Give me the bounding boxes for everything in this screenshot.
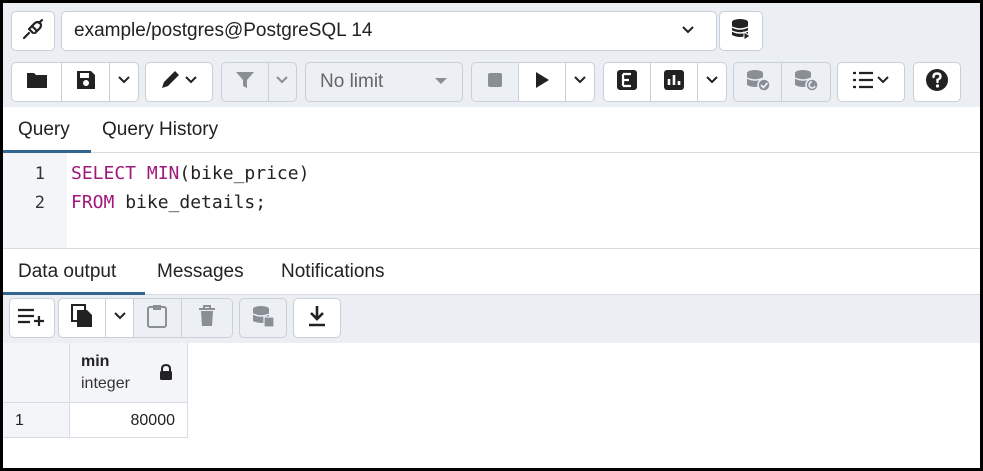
add-row-button[interactable] [10, 299, 54, 337]
query-toolbar: No limit [3, 59, 980, 107]
data-output-toolbar [3, 295, 980, 343]
row-limit-select[interactable]: No limit [305, 62, 463, 102]
tab-query-history[interactable]: Query History [102, 119, 218, 141]
database-icon [730, 17, 752, 46]
grid-corner[interactable] [3, 343, 70, 403]
tab-messages[interactable]: Messages [157, 261, 244, 283]
save-dropdown-button[interactable] [110, 63, 138, 101]
column-header-min[interactable]: min integer [70, 343, 188, 403]
save-data-icon [251, 304, 275, 333]
stop-icon [487, 72, 503, 93]
execute-button-group [471, 62, 595, 102]
line-number: 1 [34, 164, 45, 184]
save-icon [76, 70, 96, 95]
folder-icon [26, 71, 48, 94]
caret-down-icon [434, 73, 462, 91]
lock-icon [159, 363, 173, 386]
tab-data-output[interactable]: Data output [18, 261, 116, 283]
help-icon [925, 68, 949, 97]
line-number: 2 [34, 193, 45, 213]
query-tool-window: example/postgres@PostgreSQL 14 No limit … [0, 0, 983, 471]
save-data-button-group [239, 298, 287, 338]
save-data-button[interactable] [240, 299, 286, 337]
explain-dropdown-button[interactable] [698, 63, 726, 101]
chevron-down-icon [275, 73, 289, 92]
execute-button[interactable] [519, 63, 567, 101]
code-line: SELECT MIN(bike_price) [71, 163, 309, 184]
file-button-group [11, 62, 139, 102]
help-button-group [913, 62, 961, 102]
code-text: (bike_price) [179, 163, 310, 184]
chevron-down-icon [117, 73, 131, 92]
column-type: integer [81, 375, 130, 392]
filter-button-group [221, 62, 297, 102]
commit-button[interactable] [734, 63, 783, 101]
chart-icon [663, 69, 685, 96]
open-file-button[interactable] [12, 63, 62, 101]
chevron-down-icon [705, 73, 719, 92]
paste-button[interactable] [134, 299, 182, 337]
db-undo-icon [793, 68, 819, 97]
paste-icon [147, 304, 168, 333]
results-grid: min integer 1 80000 [3, 343, 980, 468]
plug-icon [20, 16, 46, 47]
explain-button-group [603, 62, 727, 102]
pencil-icon [159, 69, 199, 96]
add-row-button-group [9, 298, 55, 338]
macros-button[interactable] [838, 63, 904, 101]
download-icon [307, 305, 327, 332]
filter-icon [235, 70, 255, 95]
connection-label: example/postgres@PostgreSQL 14 [74, 20, 373, 41]
copy-dropdown-button[interactable] [106, 299, 135, 337]
help-button[interactable] [914, 63, 960, 101]
copy-icon [71, 303, 93, 333]
delete-row-button[interactable] [181, 299, 232, 337]
transaction-button-group [733, 62, 831, 102]
copy-button[interactable] [59, 299, 107, 337]
explain-analyze-button[interactable] [651, 63, 699, 101]
connection-select[interactable]: example/postgres@PostgreSQL 14 [61, 11, 717, 51]
rollback-button[interactable] [782, 63, 830, 101]
download-button-group [293, 298, 341, 338]
edit-button-group [145, 62, 213, 102]
code-text: bike_details; [114, 192, 267, 213]
filter-button[interactable] [222, 63, 269, 101]
execute-dropdown-button[interactable] [566, 63, 594, 101]
row-limit-value: No limit [320, 71, 384, 92]
clipboard-button-group [58, 298, 233, 338]
connection-bar: example/postgres@PostgreSQL 14 [3, 3, 980, 59]
chevron-down-icon [113, 309, 127, 328]
output-tabs: Data output Messages Notifications [3, 249, 980, 295]
row-number[interactable]: 1 [3, 403, 70, 438]
add-row-icon [17, 306, 47, 331]
edit-button[interactable] [146, 63, 212, 101]
sql-function: MIN [146, 163, 180, 184]
db-check-icon [745, 68, 771, 97]
chevron-down-icon [573, 73, 587, 92]
sql-keyword: SELECT [71, 163, 137, 184]
query-tabs: Query Query History [3, 107, 980, 153]
list-icon [851, 69, 891, 96]
tab-notifications[interactable]: Notifications [281, 261, 385, 283]
trash-icon [198, 304, 216, 332]
column-name: min [81, 353, 110, 370]
sql-keyword: FROM [71, 192, 115, 213]
explain-icon [616, 69, 638, 96]
macros-button-group [837, 62, 905, 102]
stop-button[interactable] [472, 63, 520, 101]
code-line: FROM bike_details; [71, 192, 266, 213]
table-cell[interactable]: 80000 [70, 403, 188, 438]
line-number-gutter: 1 2 [3, 153, 67, 248]
filter-dropdown-button[interactable] [269, 63, 296, 101]
sql-editor[interactable]: 1 2 SELECT MIN(bike_price) FROM bike_det… [3, 153, 980, 249]
connection-status-button[interactable] [11, 11, 55, 51]
play-icon [534, 71, 550, 94]
download-button[interactable] [294, 299, 340, 337]
save-file-button[interactable] [62, 63, 110, 101]
tab-query[interactable]: Query [18, 119, 70, 141]
database-button[interactable] [719, 11, 763, 51]
chevron-down-icon [680, 22, 696, 44]
explain-button[interactable] [604, 63, 652, 101]
